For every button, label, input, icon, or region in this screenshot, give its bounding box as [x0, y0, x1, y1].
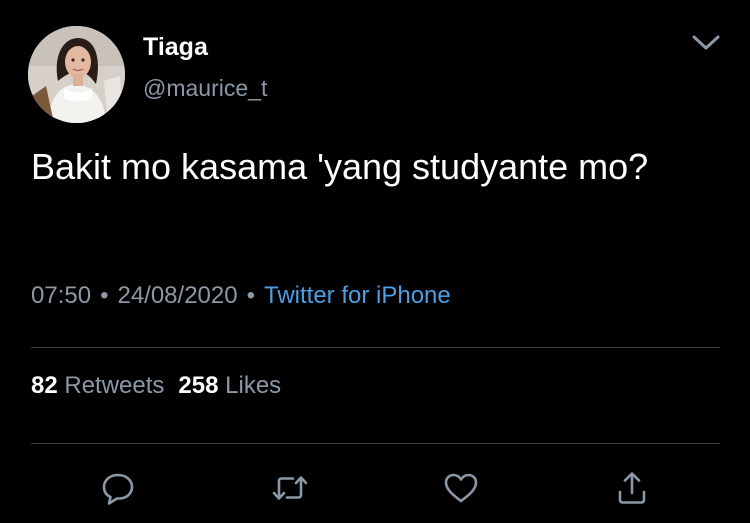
avatar-photo [28, 26, 125, 123]
retweets-label: Retweets [64, 372, 165, 399]
retweets-stat[interactable]: 82 Retweets [31, 372, 164, 399]
avatar[interactable] [28, 26, 125, 123]
meta-separator: • [246, 282, 255, 309]
retweet-button[interactable] [270, 468, 310, 508]
likes-label: Likes [225, 372, 282, 399]
chevron-down-icon [692, 35, 720, 50]
divider [31, 443, 720, 444]
more-options-button[interactable] [688, 28, 724, 56]
reply-button[interactable] [98, 468, 138, 508]
display-name[interactable]: Tiaga [143, 33, 208, 62]
likes-stat[interactable]: 258 Likes [178, 372, 281, 399]
tweet-text: Bakit mo kasama 'yang studyante mo? [31, 146, 649, 187]
share-icon [618, 472, 646, 504]
likes-count: 258 [178, 372, 219, 399]
divider [31, 347, 720, 348]
tweet-stats: 82 Retweets 258 Likes [31, 372, 281, 400]
share-button[interactable] [612, 468, 652, 508]
user-handle[interactable]: @maurice_t [143, 75, 267, 102]
tweet-source-link[interactable]: Twitter for iPhone [264, 282, 451, 309]
tweet-date: 24/08/2020 [117, 282, 238, 309]
reply-icon [102, 473, 134, 505]
like-button[interactable] [441, 468, 481, 508]
retweet-icon [272, 476, 308, 500]
retweets-count: 82 [31, 372, 58, 399]
tweet-time: 07:50 [31, 282, 92, 309]
tweet-meta: 07:50 • 24/08/2020 • Twitter for iPhone [31, 282, 451, 310]
heart-icon [444, 473, 478, 503]
meta-separator: • [100, 282, 109, 309]
